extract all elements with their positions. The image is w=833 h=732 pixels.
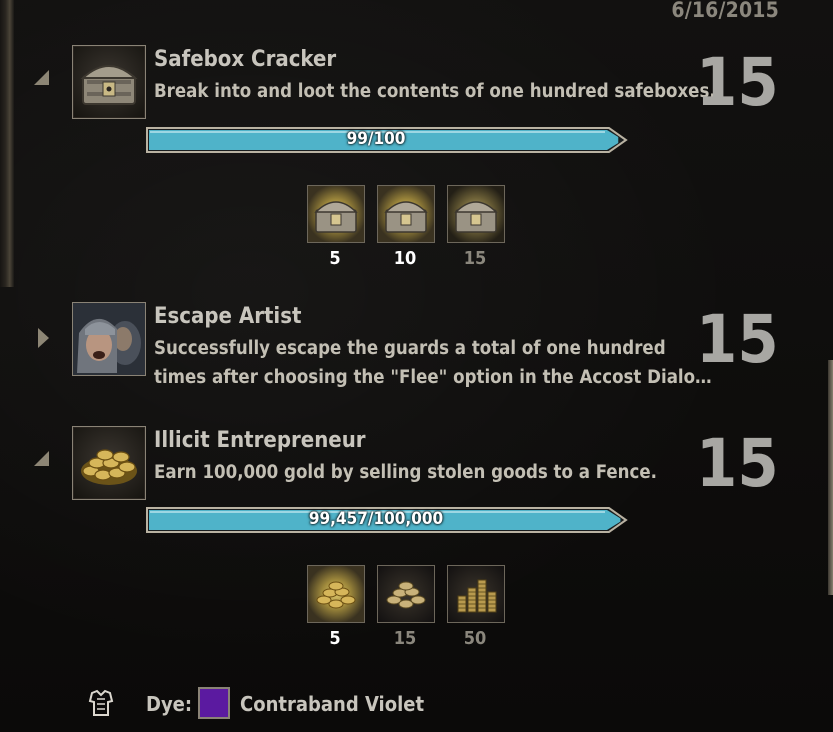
dye-reward-row: Dye: Contraband Violet [0, 686, 833, 722]
safebox-icon [454, 201, 498, 233]
gold-coins-icon [386, 581, 426, 609]
achievement-points: 15 [696, 301, 779, 378]
gold-coins-icon [316, 581, 356, 609]
left-scroll-rail [0, 0, 14, 287]
achievement-title: Escape Artist [154, 304, 302, 329]
completion-date: 6/16/2015 [671, 0, 779, 22]
achievement-points: 15 [696, 44, 779, 121]
progress-text: 99,457/100,000 [308, 509, 444, 529]
reward-tier-1-label: 5 [329, 628, 341, 649]
progress-bar: 99/100 [145, 126, 629, 154]
achievement-title: Illicit Entrepreneur [154, 428, 366, 453]
expand-arrow-icon[interactable] [38, 328, 49, 348]
safebox-icon [72, 45, 146, 119]
reward-tier-3[interactable] [447, 565, 505, 623]
reward-tier-2[interactable] [377, 185, 435, 243]
guards-portrait-icon [72, 302, 146, 376]
dye-label: Dye: [146, 692, 193, 716]
progress-text: 99/100 [346, 129, 406, 149]
achievement-description: Earn 100,000 gold by selling stolen good… [154, 462, 658, 483]
achievement-description-line-1: Successfully escape the guards a total o… [154, 338, 666, 359]
scrollbar-thumb[interactable] [828, 360, 833, 595]
reward-tier-3[interactable] [447, 185, 505, 243]
collapse-arrow-icon[interactable] [34, 70, 49, 85]
armor-chest-icon [88, 689, 114, 717]
reward-tier-2-label: 10 [393, 248, 417, 269]
reward-tier-3-label: 50 [463, 628, 487, 649]
achievement-title: Safebox Cracker [154, 47, 337, 72]
dye-swatch[interactable] [198, 687, 230, 719]
safebox-icon [384, 201, 428, 233]
reward-tier-1-label: 5 [329, 248, 341, 269]
reward-tier-2[interactable] [377, 565, 435, 623]
dye-name: Contraband Violet [240, 692, 425, 716]
achievement-description-line-2: times after choosing the "Flee" option i… [154, 367, 712, 388]
reward-tier-1[interactable] [307, 185, 365, 243]
progress-bar: 99,457/100,000 [145, 506, 629, 534]
achievement-description: Break into and loot the contents of one … [154, 81, 716, 102]
reward-tier-2-label: 15 [393, 628, 417, 649]
collapse-arrow-icon[interactable] [34, 451, 49, 466]
gold-coins-icon [72, 426, 146, 500]
reward-tier-3-label: 15 [463, 248, 487, 269]
gold-stacks-icon [457, 579, 497, 613]
reward-tier-1[interactable] [307, 565, 365, 623]
safebox-icon [314, 201, 358, 233]
achievement-points: 15 [696, 425, 779, 502]
